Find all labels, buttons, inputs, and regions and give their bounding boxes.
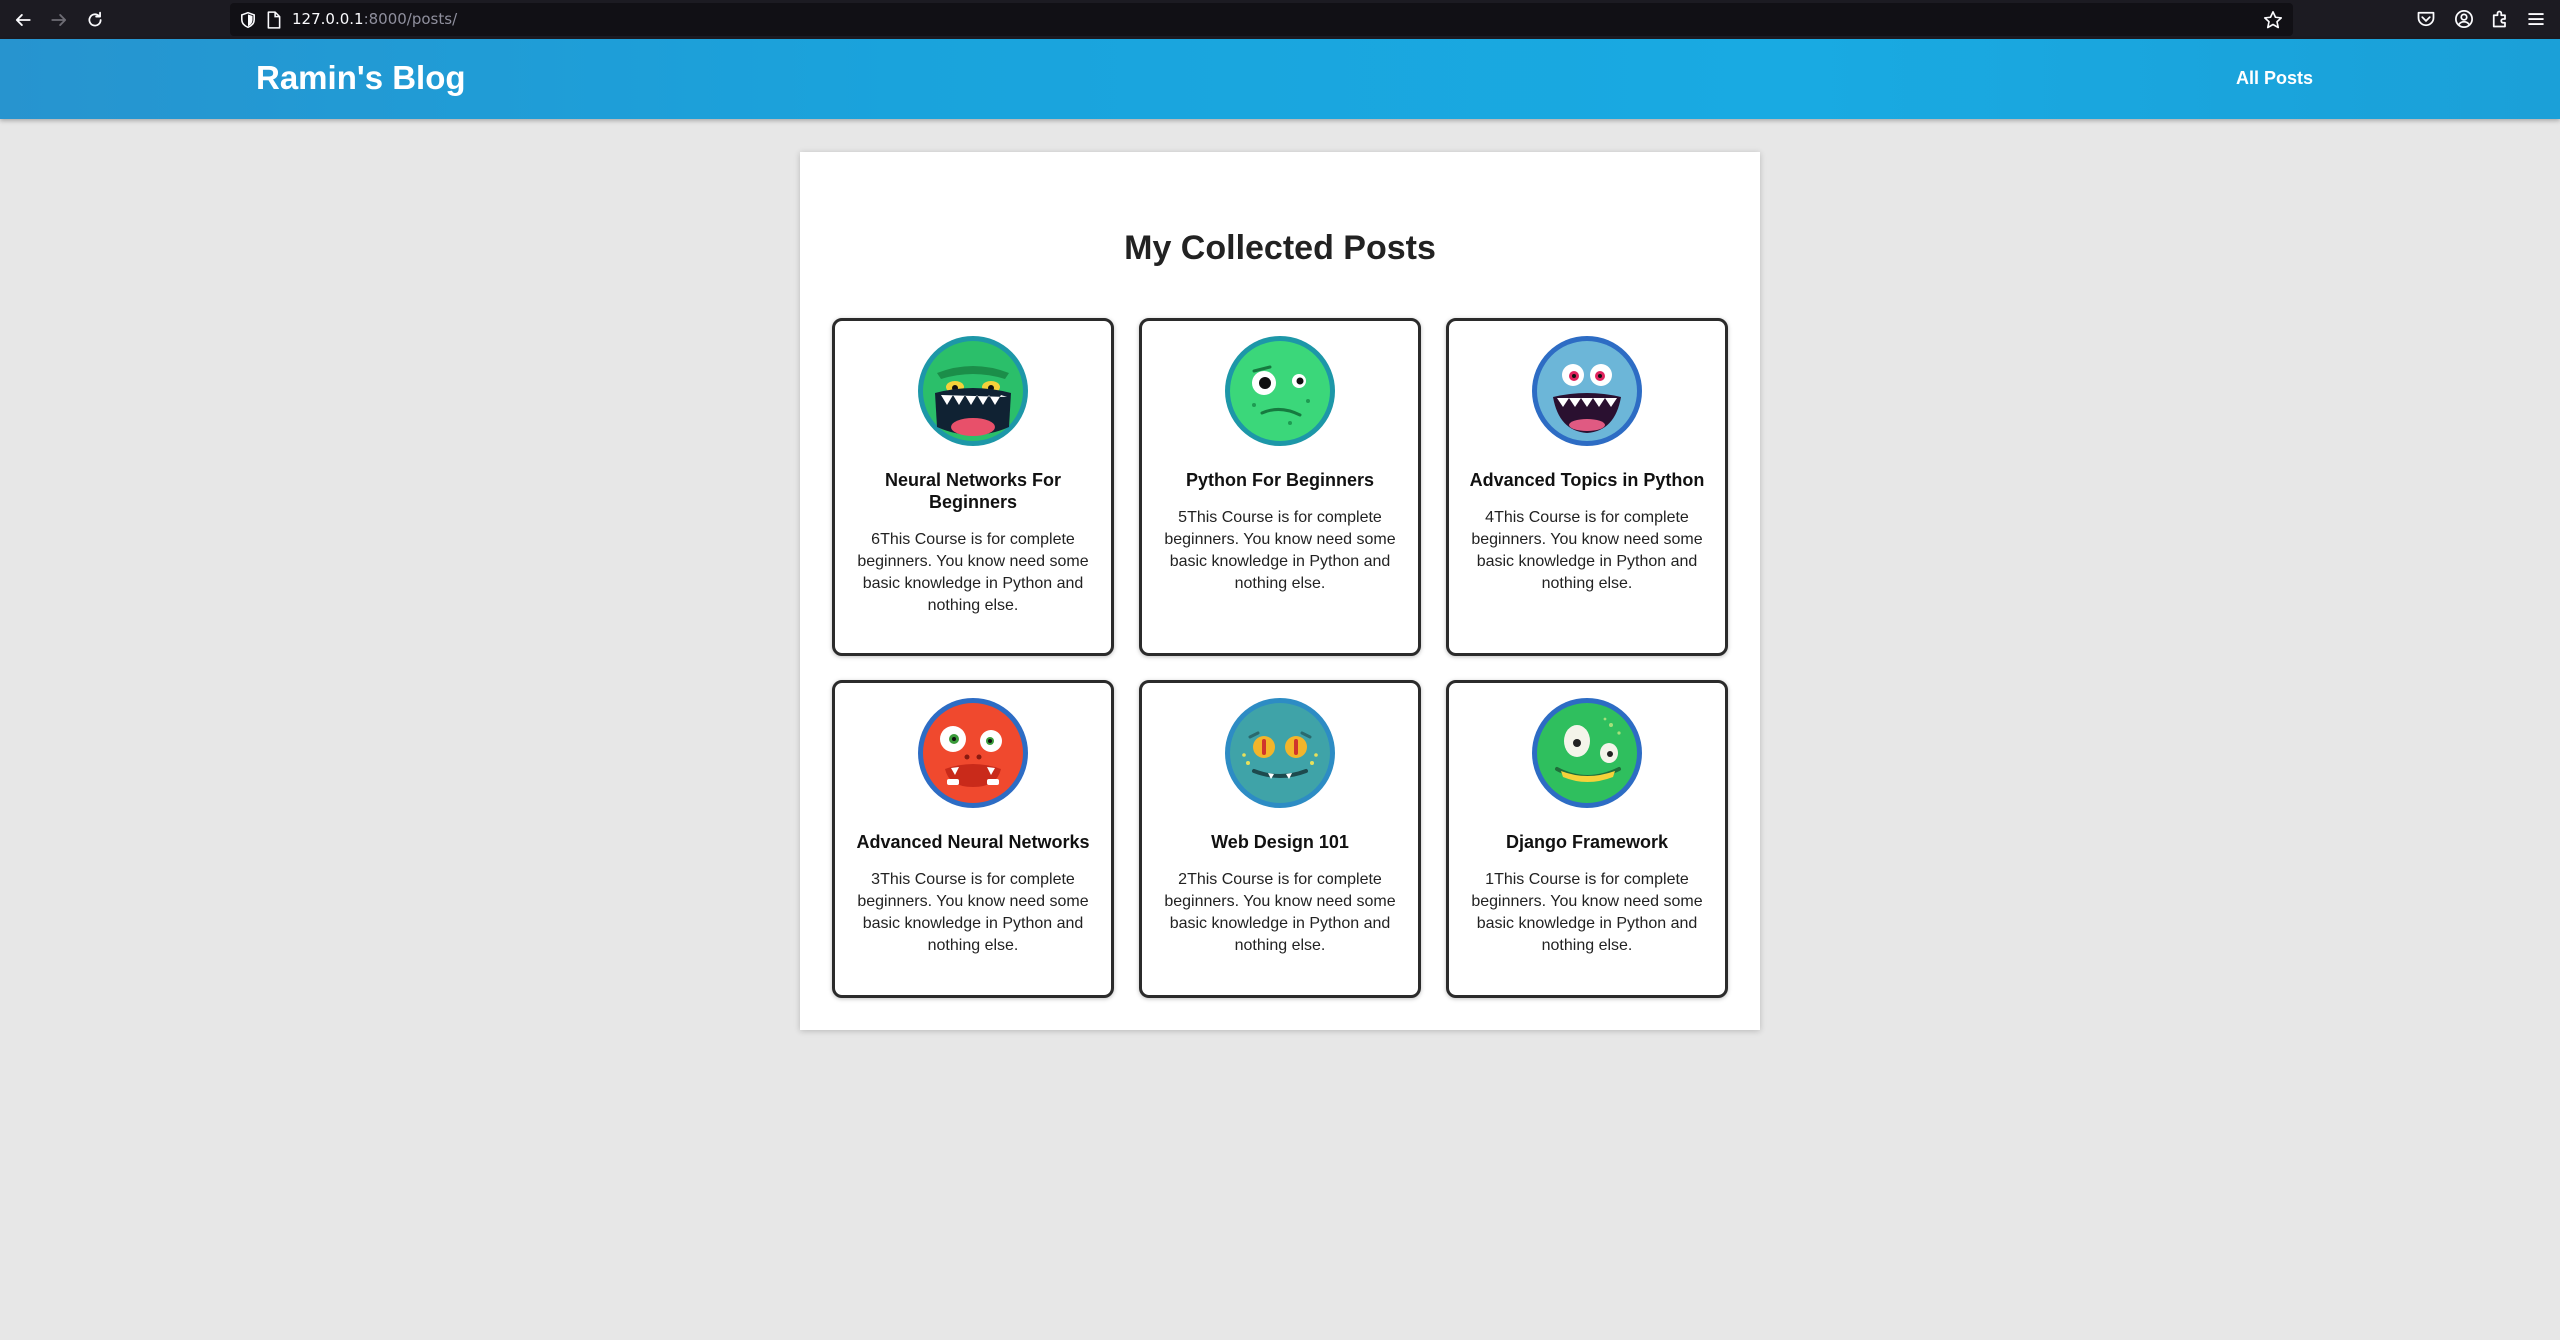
post-card[interactable]: Python For Beginners 5This Course is for… xyxy=(1139,318,1421,656)
menu-icon[interactable] xyxy=(2526,9,2546,29)
post-title: Web Design 101 xyxy=(1211,832,1349,852)
post-card[interactable]: Web Design 101 2This Course is for compl… xyxy=(1139,680,1421,998)
browser-toolbar: 127.0.0.1:8000/posts/ xyxy=(0,0,2560,39)
posts-panel: My Collected Posts Neural Networks For B… xyxy=(800,152,1760,1030)
post-excerpt: 6This Course is for complete beginners. … xyxy=(857,531,1089,614)
green-blob-monster-avatar-icon xyxy=(1225,336,1335,446)
post-card[interactable]: Advanced Topics in Python 4This Course i… xyxy=(1446,318,1728,656)
arrow-left-icon xyxy=(15,14,31,26)
post-card[interactable]: Django Framework 1This Course is for com… xyxy=(1446,680,1728,998)
green-cyclops-avatar-icon xyxy=(1532,698,1642,808)
post-excerpt: 5This Course is for complete beginners. … xyxy=(1164,509,1396,592)
post-excerpt: 3This Course is for complete beginners. … xyxy=(857,871,1089,954)
page-icon[interactable] xyxy=(266,11,282,29)
blue-monster-avatar-icon xyxy=(1532,336,1642,446)
site-header: Ramin's Blog All Posts xyxy=(0,39,2560,119)
post-title: Python For Beginners xyxy=(1185,470,1374,490)
pocket-icon[interactable] xyxy=(2416,9,2436,29)
reload-icon xyxy=(88,11,102,27)
post-excerpt: 4This Course is for complete beginners. … xyxy=(1471,509,1703,592)
teal-lizard-avatar-icon xyxy=(1225,698,1335,808)
bookmark-star-icon[interactable] xyxy=(2263,10,2283,30)
address-bar[interactable]: 127.0.0.1:8000/posts/ xyxy=(230,3,2293,36)
post-excerpt: 2This Course is for complete beginners. … xyxy=(1164,871,1396,954)
post-title: Neural Networks For Beginners xyxy=(884,470,1062,512)
green-monster-avatar-icon xyxy=(918,336,1028,446)
url-text[interactable]: 127.0.0.1:8000/posts/ xyxy=(292,10,457,29)
extensions-icon[interactable] xyxy=(2490,9,2510,29)
all-posts-link[interactable]: All Posts xyxy=(2236,68,2313,89)
url-path: :8000/posts/ xyxy=(363,10,458,28)
back-button[interactable] xyxy=(10,7,36,33)
forward-button[interactable] xyxy=(46,7,72,33)
shield-icon[interactable] xyxy=(239,11,257,29)
url-host: 127.0.0.1 xyxy=(292,10,364,28)
post-title: Django Framework xyxy=(1505,832,1669,852)
post-card[interactable]: Advanced Neural Networks 3This Course is… xyxy=(832,680,1114,998)
reload-button[interactable] xyxy=(82,7,108,33)
post-card[interactable]: Neural Networks For Beginners 6This Cour… xyxy=(832,318,1114,656)
red-monster-avatar-icon xyxy=(918,698,1028,808)
post-title: Advanced Neural Networks xyxy=(856,832,1090,852)
post-excerpt: 1This Course is for complete beginners. … xyxy=(1471,871,1703,954)
page-title: My Collected Posts xyxy=(1124,229,1436,267)
site-title-link[interactable]: Ramin's Blog xyxy=(256,59,466,97)
post-title: Advanced Topics in Python xyxy=(1469,470,1705,490)
account-icon[interactable] xyxy=(2454,9,2474,29)
arrow-right-icon xyxy=(51,14,67,26)
